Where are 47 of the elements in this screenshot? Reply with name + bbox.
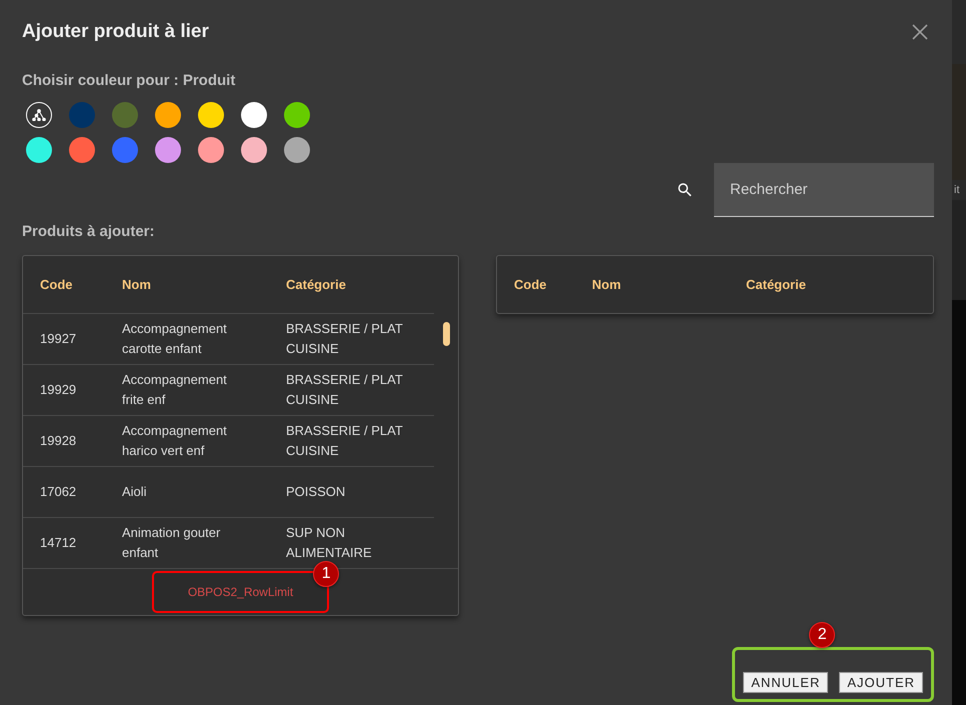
table-cell-text: SUP NON ALIMENTAIRE <box>286 524 373 562</box>
color-swatch[interactable] <box>26 137 52 163</box>
table-cell-text: POISSON <box>286 483 346 501</box>
color-swatch[interactable] <box>112 137 138 163</box>
color-swatch[interactable] <box>198 137 224 163</box>
table-cell-text: Accompagnement frite enf <box>122 371 228 409</box>
color-swatch[interactable] <box>155 102 181 128</box>
color-swatch[interactable] <box>155 137 181 163</box>
table-cell-text: BRASSERIE / PLAT CUISINE <box>286 371 404 409</box>
table-cell-text: 19928 <box>40 432 78 450</box>
color-swatch[interactable] <box>284 102 310 128</box>
dialog-title: Ajouter produit à lier <box>22 21 209 43</box>
color-swatch[interactable] <box>198 102 224 128</box>
table-cell-text: 14712 <box>40 534 78 552</box>
table-cell-text: Aioli <box>122 483 148 501</box>
column-header[interactable]: Catégorie <box>286 277 458 292</box>
search-field[interactable]: Rechercher <box>714 163 934 217</box>
row-limit-message: OBPOS2_RowLimit <box>188 585 294 599</box>
color-swatch[interactable] <box>241 102 267 128</box>
column-header[interactable]: Nom <box>122 277 286 292</box>
table-cell-text: Accompagnement harico vert enf <box>122 422 228 460</box>
no-color-swatch[interactable] <box>26 102 52 128</box>
annotation-badge: 1 <box>313 561 340 587</box>
close-icon[interactable] <box>912 24 928 40</box>
cancel-button[interactable]: ANNULER <box>743 672 828 693</box>
add-button[interactable]: AJOUTER <box>839 672 923 693</box>
color-swatch[interactable] <box>69 102 95 128</box>
annotation-badge: 2 <box>809 622 836 648</box>
table-cell-text: Accompagnement carotte enfant <box>122 320 228 358</box>
color-swatch[interactable] <box>284 137 310 163</box>
table-cell-text: BRASSERIE / PLAT CUISINE <box>286 320 404 358</box>
color-swatch[interactable] <box>241 137 267 163</box>
color-swatch[interactable] <box>112 102 138 128</box>
table-cell-text: 19927 <box>40 330 78 348</box>
table-cell-text: BRASSERIE / PLAT CUISINE <box>286 422 404 460</box>
column-header[interactable]: Code <box>40 277 122 292</box>
search-icon <box>676 181 694 199</box>
section-label: Produits à ajouter: <box>22 223 156 240</box>
scrollbar-thumb[interactable] <box>443 322 450 346</box>
table-cell-text: Animation gouter enfant <box>122 524 222 562</box>
column-header[interactable]: Code <box>514 277 592 292</box>
column-header[interactable]: Catégorie <box>746 277 933 292</box>
column-header[interactable]: Nom <box>592 277 746 292</box>
color-label: Choisir couleur pour : Produit <box>22 72 236 89</box>
color-swatch[interactable] <box>69 137 95 163</box>
table-cell-text: 17062 <box>40 483 78 501</box>
table-cell-text: 19929 <box>40 381 78 399</box>
